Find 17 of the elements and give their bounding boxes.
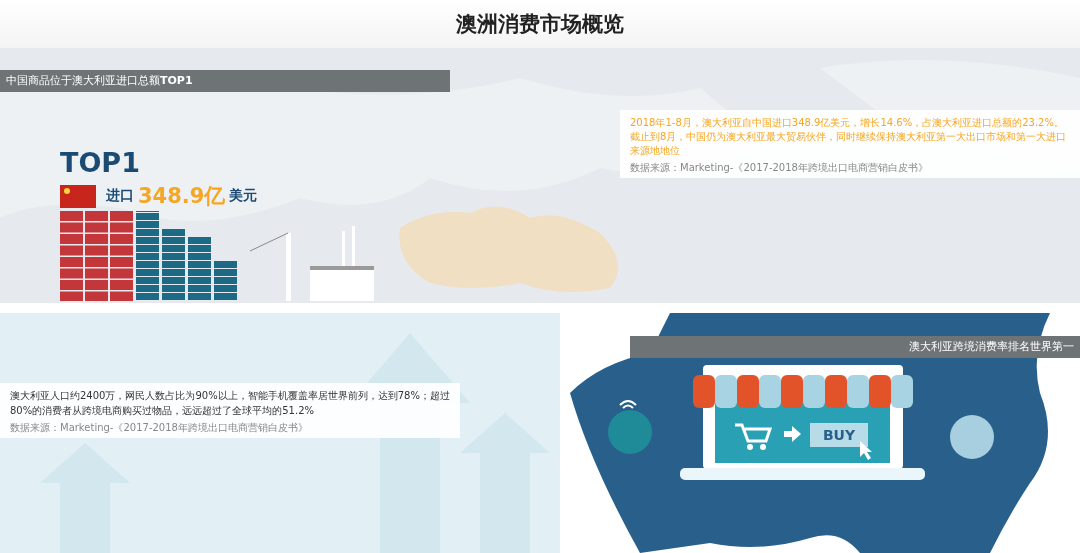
currency-label: 美元	[229, 187, 258, 205]
import-amount: 348.9亿	[138, 183, 226, 210]
cursor-icon	[860, 441, 872, 460]
buy-label: BUY	[822, 427, 856, 443]
source-text: 数据来源：Marketing-《2017-2018年跨境出口电商营销白皮书》	[10, 421, 309, 434]
arrow-icon	[784, 426, 801, 442]
shopping-cart-icon	[735, 423, 773, 450]
note-text: 2018年1-8月，澳大利亚自中国进口348.9亿美元，增长14.6%，占澳大利亚进口总额的23.2%。截止到8月，中国仍为澳大利亚最大贸易伙伴，同时继续保持澳大利亚第一大出口市场和第一大进口来源地地位	[630, 116, 1068, 158]
import-label: 进口	[106, 187, 134, 205]
flag-icon	[60, 184, 96, 208]
rank-text: TOP1	[60, 148, 141, 178]
section-header: 澳大利亚跨境消费率排名世界第一	[630, 336, 1080, 358]
page-title: 澳洲消费市场概览	[456, 11, 624, 38]
section-header: 中国商品位于澳大利亚进口总额TOP1	[0, 70, 450, 92]
source-text: 数据来源：Marketing-《2017-2018年跨境出口电商营销白皮书》	[630, 161, 929, 174]
note-text: 澳大利亚人口约2400万，网民人数占比为90%以上，智能手机覆盖率居世界前列，达到78%；超过80%的消费者从跨境电商购买过物品，远远超过了全球平均的51.2%	[10, 389, 451, 418]
wifi-icon	[619, 400, 637, 409]
